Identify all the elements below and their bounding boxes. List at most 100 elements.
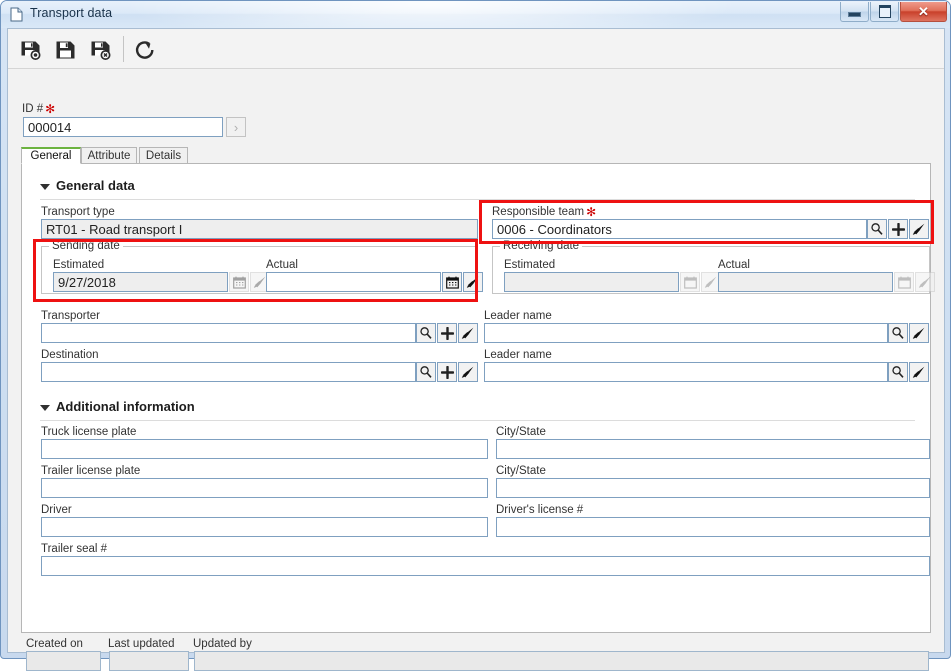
title-bar[interactable]: Transport data ✕ xyxy=(1,1,950,28)
sending-actual-clear-button[interactable] xyxy=(463,272,483,292)
responsible-team-input[interactable] xyxy=(492,219,867,239)
additional-information-divider xyxy=(40,420,915,421)
sending-date-caption: Sending date xyxy=(49,240,123,252)
brush-icon xyxy=(461,326,475,340)
plus-icon xyxy=(440,326,454,340)
additional-information-heading: Additional information xyxy=(56,399,195,414)
client-area: ID #✻ › General Attribute Details Genera… xyxy=(7,28,945,671)
sending-actual-input[interactable] xyxy=(266,272,441,292)
transporter-leader-clear-button[interactable] xyxy=(909,323,929,343)
driver-input[interactable] xyxy=(41,517,488,537)
receiving-estimated-calendar-button xyxy=(680,272,700,292)
destination-leader-clear-button[interactable] xyxy=(909,362,929,382)
sending-estimated-calendar-button xyxy=(229,272,249,292)
tab-general[interactable]: General xyxy=(21,147,81,164)
general-data-heading: General data xyxy=(56,178,135,193)
sending-estimated-input[interactable] xyxy=(53,272,228,292)
transporter-clear-button[interactable] xyxy=(458,323,478,343)
last-updated-label: Last updated xyxy=(108,638,175,650)
transport-type-input[interactable] xyxy=(41,219,478,239)
window-title: Transport data xyxy=(30,6,113,20)
driver-label: Driver xyxy=(41,504,72,516)
sending-actual-calendar-button[interactable] xyxy=(442,272,462,292)
document-icon xyxy=(10,7,23,22)
transporter-leader-search-button[interactable] xyxy=(888,323,908,343)
search-icon xyxy=(891,326,905,340)
receiving-date-caption: Receiving date xyxy=(500,240,583,252)
search-icon xyxy=(870,222,884,236)
trailer-seal-input[interactable] xyxy=(41,556,930,576)
brush-icon xyxy=(912,365,926,379)
id-label: ID # ✻ xyxy=(22,103,55,115)
brush-icon xyxy=(912,222,926,236)
minimize-icon xyxy=(848,12,861,17)
created-on-label: Created on xyxy=(26,638,83,650)
close-button[interactable]: ✕ xyxy=(900,2,947,22)
trailer-city-state-input[interactable] xyxy=(496,478,930,498)
truck-city-state-label: City/State xyxy=(496,426,546,438)
search-icon xyxy=(419,326,433,340)
minimize-button[interactable] xyxy=(840,2,869,22)
brush-icon xyxy=(912,326,926,340)
refresh-button[interactable] xyxy=(130,35,159,64)
save-new-button[interactable] xyxy=(16,35,45,64)
close-icon: ✕ xyxy=(918,4,929,19)
destination-add-button[interactable] xyxy=(437,362,457,382)
id-label-text: ID # xyxy=(22,103,44,115)
toolbar xyxy=(8,29,944,69)
truck-license-plate-input[interactable] xyxy=(41,439,488,459)
general-data-collapse-icon[interactable] xyxy=(40,184,50,190)
transporter-search-button[interactable] xyxy=(416,323,436,343)
id-input[interactable] xyxy=(23,117,223,137)
destination-input[interactable] xyxy=(41,362,416,382)
destination-label: Destination xyxy=(41,349,99,361)
general-tab-panel: General data Transport type Responsible … xyxy=(21,163,935,633)
brush-icon xyxy=(704,275,718,289)
destination-search-button[interactable] xyxy=(416,362,436,382)
responsible-team-clear-button[interactable] xyxy=(909,219,929,239)
destination-clear-button[interactable] xyxy=(458,362,478,382)
created-on-value xyxy=(26,651,101,671)
transporter-input[interactable] xyxy=(41,323,416,343)
updated-by-label: Updated by xyxy=(193,638,252,650)
transporter-label: Transporter xyxy=(41,310,101,322)
drivers-license-label: Driver's license # xyxy=(496,504,584,516)
tab-attribute[interactable]: Attribute xyxy=(81,147,137,164)
receiving-estimated-input[interactable] xyxy=(504,272,679,292)
floppy-new-icon xyxy=(19,38,43,62)
trailer-seal-label: Trailer seal # xyxy=(41,543,108,555)
calendar-icon xyxy=(232,276,246,289)
receiving-actual-calendar-button xyxy=(894,272,914,292)
tab-details[interactable]: Details xyxy=(139,147,188,164)
brush-icon xyxy=(253,275,267,289)
destination-leader-search-button[interactable] xyxy=(888,362,908,382)
trailer-license-plate-input[interactable] xyxy=(41,478,488,498)
toolbar-separator xyxy=(123,36,124,62)
responsible-team-search-button[interactable] xyxy=(867,219,887,239)
plus-icon xyxy=(891,222,905,236)
save-delete-button[interactable] xyxy=(86,35,115,64)
id-next-button[interactable]: › xyxy=(226,117,246,137)
calendar-icon xyxy=(445,276,459,289)
required-marker-icon: ✻ xyxy=(45,102,56,116)
save-button[interactable] xyxy=(51,35,80,64)
additional-information-collapse-icon[interactable] xyxy=(40,405,50,411)
responsible-team-label: Responsible team ✻ xyxy=(492,206,596,218)
search-icon xyxy=(419,365,433,379)
truck-city-state-input[interactable] xyxy=(496,439,930,459)
transporter-leader-input[interactable] xyxy=(484,323,888,343)
responsible-team-add-button[interactable] xyxy=(888,219,908,239)
calendar-icon xyxy=(683,276,697,289)
drivers-license-input[interactable] xyxy=(496,517,930,537)
transporter-add-button[interactable] xyxy=(437,323,457,343)
truck-license-plate-label: Truck license plate xyxy=(41,426,137,438)
destination-leader-input[interactable] xyxy=(484,362,888,382)
last-updated-value xyxy=(109,651,189,671)
receiving-actual-clear-button xyxy=(915,272,935,292)
search-icon xyxy=(891,365,905,379)
receiving-actual-input[interactable] xyxy=(718,272,893,292)
receiving-estimated-label: Estimated xyxy=(504,259,556,271)
receiving-actual-label: Actual xyxy=(718,259,750,271)
sending-estimated-label: Estimated xyxy=(53,259,105,271)
maximize-button[interactable] xyxy=(870,2,899,22)
